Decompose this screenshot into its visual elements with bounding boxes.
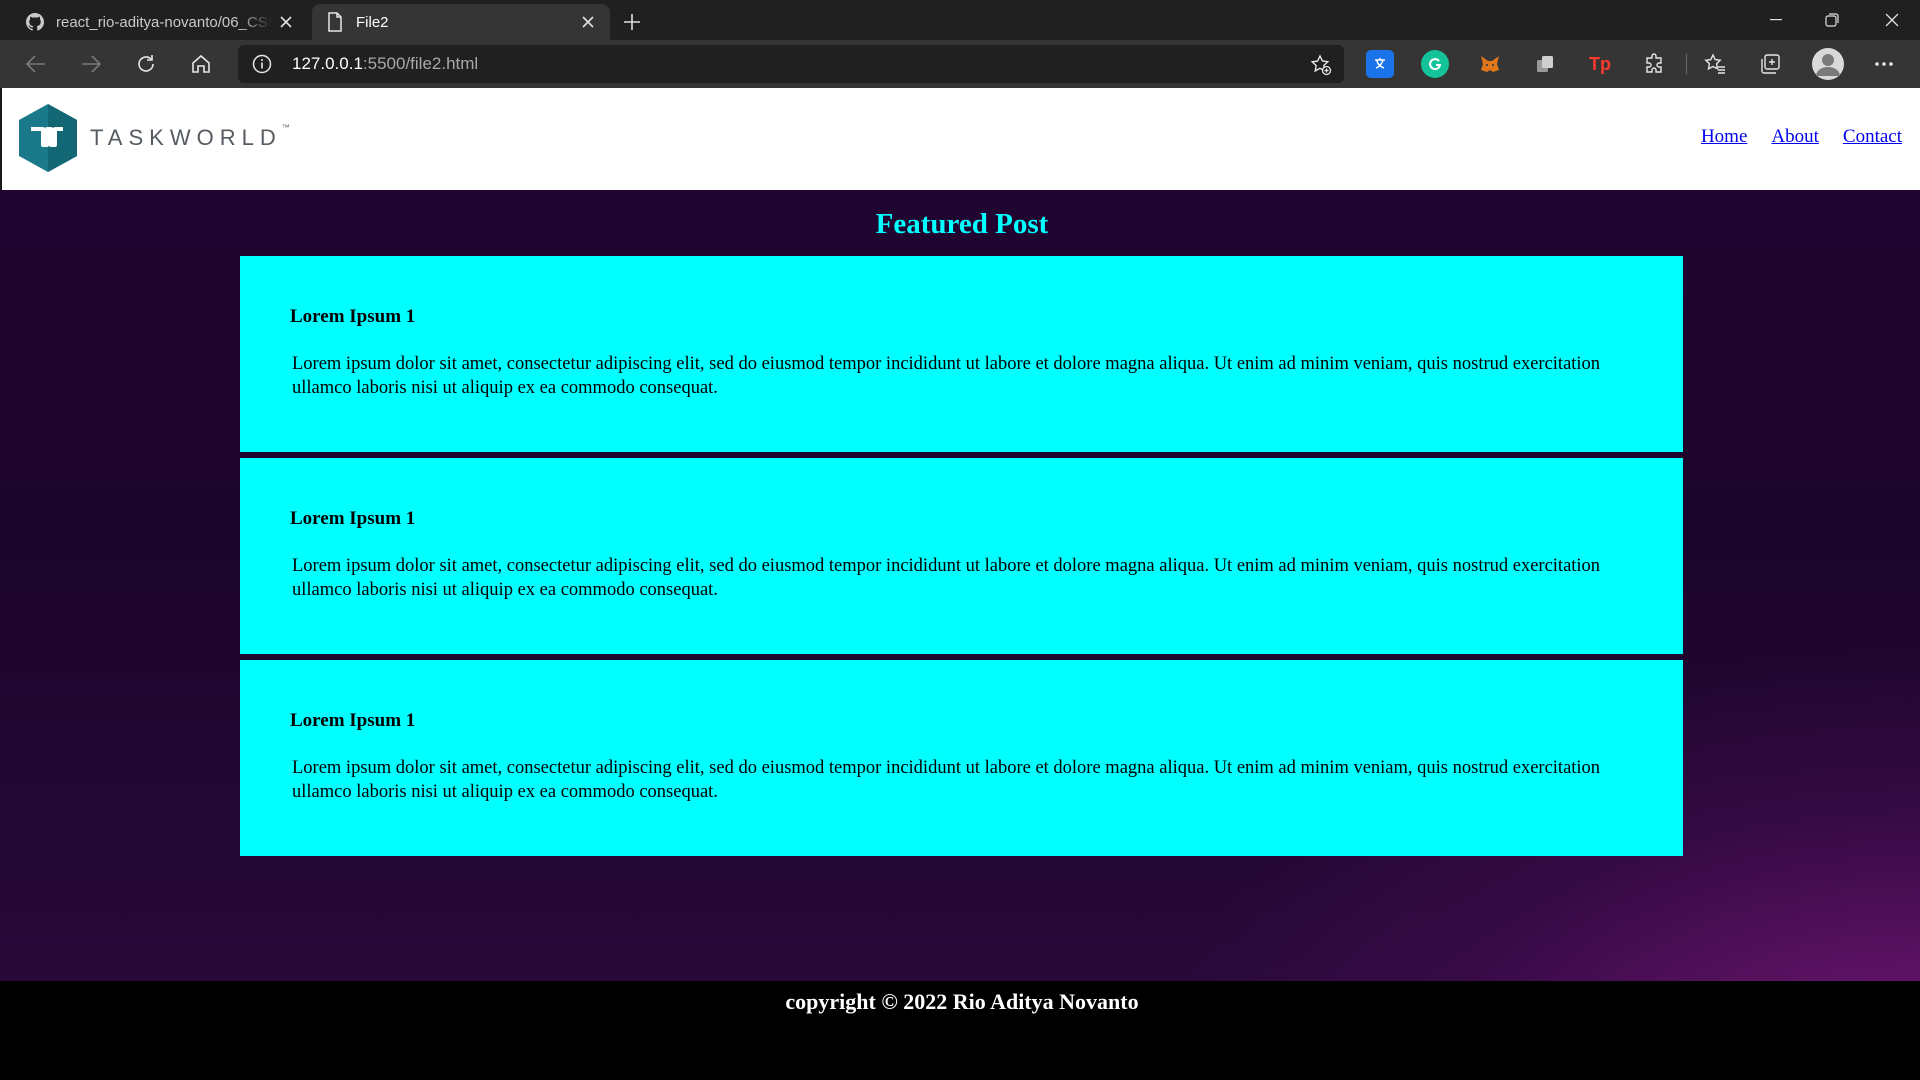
post-card: Lorem Ipsum 1 Lorem ipsum dolor sit amet… xyxy=(240,256,1683,452)
tab-bar: react_rio-aditya-novanto/06_CSS File2 xyxy=(0,0,1920,40)
tab-github-repo[interactable]: react_rio-aditya-novanto/06_CSS xyxy=(12,4,308,40)
close-icon xyxy=(1885,13,1899,27)
post-title: Lorem Ipsum 1 xyxy=(290,306,416,327)
page-icon xyxy=(324,11,346,33)
post-body: Lorem ipsum dolor sit amet, consectetur … xyxy=(292,556,1601,600)
minimize-button[interactable] xyxy=(1748,0,1804,40)
post-body: Lorem ipsum dolor sit amet, consectetur … xyxy=(292,758,1601,802)
main-nav: Home About Contact xyxy=(1701,126,1902,148)
home-button[interactable] xyxy=(183,46,219,82)
restore-button[interactable] xyxy=(1804,0,1860,40)
collections-icon[interactable] xyxy=(1756,50,1784,78)
new-tab-button[interactable] xyxy=(616,6,648,38)
github-icon xyxy=(24,11,46,33)
toolbar-separator xyxy=(1686,54,1687,74)
close-window-button[interactable] xyxy=(1864,0,1920,40)
tab-file2[interactable]: File2 xyxy=(312,4,610,40)
address-bar[interactable]: 127.0.0.1:5500/file2.html xyxy=(238,45,1344,83)
restore-icon xyxy=(1825,13,1839,27)
extensions-puzzle-icon[interactable] xyxy=(1641,50,1669,78)
logo-wordmark: TASKWORLD™ xyxy=(90,123,290,151)
profile-avatar[interactable] xyxy=(1812,48,1844,80)
info-icon[interactable] xyxy=(252,54,272,74)
post-body: Lorem ipsum dolor sit amet, consectetur … xyxy=(292,354,1601,398)
browser-toolbar: 127.0.0.1:5500/file2.html Tp xyxy=(0,40,1920,88)
nav-link-about[interactable]: About xyxy=(1771,126,1819,148)
post-title: Lorem Ipsum 1 xyxy=(290,710,416,731)
url-host: 127.0.0.1 xyxy=(292,54,363,73)
post-title: Lorem Ipsum 1 xyxy=(290,508,416,529)
star-add-icon xyxy=(1310,54,1332,76)
translate-icon[interactable] xyxy=(1366,50,1394,78)
logo-text: TASKWORLD xyxy=(90,125,282,150)
refresh-button[interactable] xyxy=(128,46,164,82)
logo-trademark: ™ xyxy=(281,123,290,132)
copy-extension-icon[interactable] xyxy=(1531,50,1559,78)
featured-post-heading: Featured Post xyxy=(875,208,1049,240)
taskworld-logo-icon xyxy=(19,104,77,172)
page-viewport: TASKWORLD™ Home About Contact Featured P… xyxy=(0,88,1920,1080)
close-tab-icon[interactable] xyxy=(574,8,602,36)
back-arrow-icon xyxy=(26,55,45,73)
favorites-icon[interactable] xyxy=(1701,50,1729,78)
copyright-text: copyright © 2022 Rio Aditya Novanto xyxy=(785,989,1139,1014)
url-path: :5500/file2.html xyxy=(362,54,479,73)
grammarly-icon[interactable] xyxy=(1421,50,1449,78)
tab-title: File2 xyxy=(356,13,389,31)
taskworld-logo[interactable]: TASKWORLD™ xyxy=(16,102,290,174)
nav-link-home[interactable]: Home xyxy=(1701,126,1747,148)
post-card: Lorem Ipsum 1 Lorem ipsum dolor sit amet… xyxy=(240,458,1683,654)
tab-title: react_rio-aditya-novanto/06_CSS xyxy=(56,13,272,31)
metamask-icon[interactable] xyxy=(1476,50,1504,78)
nav-link-contact[interactable]: Contact xyxy=(1843,126,1902,148)
url-text[interactable]: 127.0.0.1:5500/file2.html xyxy=(292,54,478,74)
forward-arrow-icon xyxy=(82,55,101,73)
post-card: Lorem Ipsum 1 Lorem ipsum dolor sit amet… xyxy=(240,660,1683,856)
home-icon xyxy=(192,54,210,73)
tp-extension-icon[interactable]: Tp xyxy=(1586,50,1614,78)
plus-icon xyxy=(624,14,640,30)
user-icon xyxy=(1816,54,1840,76)
add-favorite-button[interactable] xyxy=(1308,52,1334,78)
refresh-icon xyxy=(138,55,154,72)
back-button[interactable] xyxy=(18,46,54,82)
more-menu-icon[interactable] xyxy=(1870,50,1898,78)
tp-label: Tp xyxy=(1589,53,1611,74)
forward-button[interactable] xyxy=(73,46,109,82)
site-header: TASKWORLD™ Home About Contact xyxy=(0,88,1920,190)
site-footer: copyright © 2022 Rio Aditya Novanto xyxy=(0,981,1920,1080)
close-tab-icon[interactable] xyxy=(272,8,300,36)
minimize-icon xyxy=(1770,19,1782,21)
